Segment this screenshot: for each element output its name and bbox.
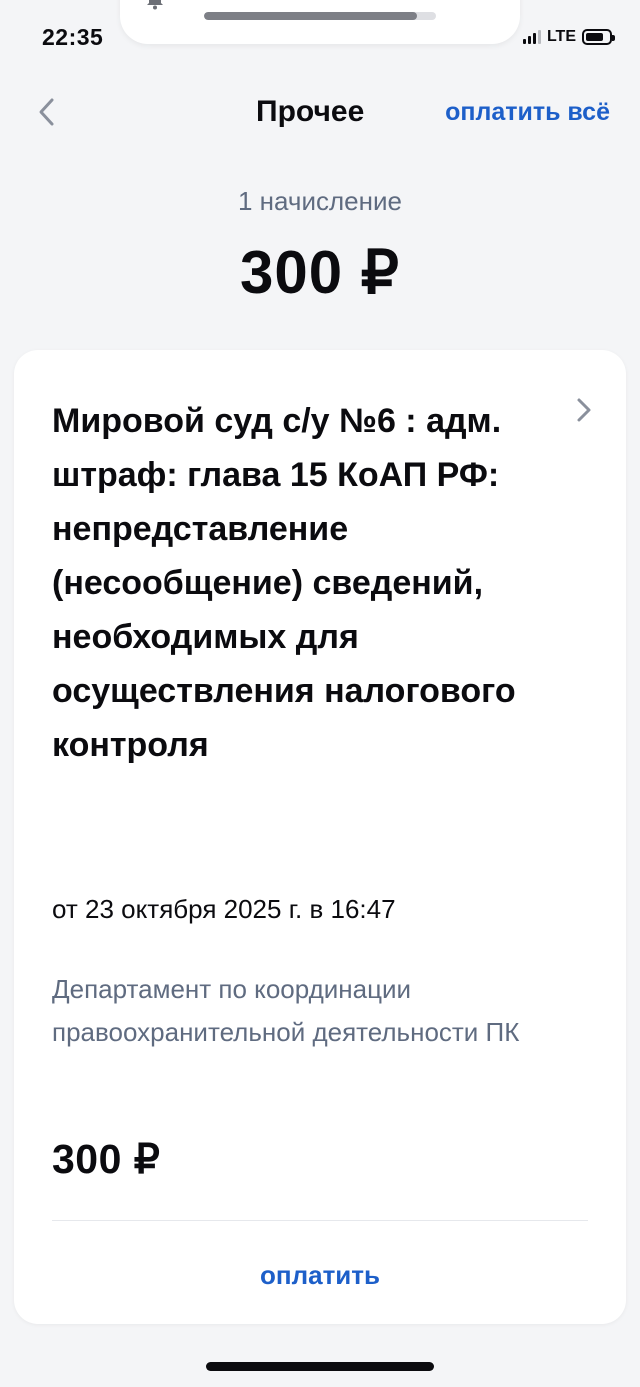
battery-level xyxy=(586,33,603,41)
total-amount: 300 ₽ xyxy=(240,239,400,306)
bell-icon xyxy=(147,0,163,10)
charge-amount: 300 ₽ xyxy=(52,1136,161,1182)
chevron-left-icon xyxy=(39,98,54,126)
charges-count: 1 начисление xyxy=(238,186,402,216)
divider xyxy=(52,1220,588,1221)
notification-pill[interactable] xyxy=(120,0,520,44)
notification-progress-bar xyxy=(204,12,436,20)
status-bar: 22:35 LTE xyxy=(0,0,640,70)
pay-all-button[interactable]: оплатить всё xyxy=(445,98,610,127)
status-indicators: LTE xyxy=(522,28,615,46)
charge-date: от 23 октября 2025 г. в 16:47 xyxy=(52,894,396,924)
nav-header: Прочее оплатить всё xyxy=(0,86,640,138)
charge-department: Департамент по координации правоохраните… xyxy=(52,974,520,1047)
network-type: LTE xyxy=(546,28,576,45)
back-button[interactable] xyxy=(28,92,68,132)
charge-card[interactable]: Мировой суд с/у №6 : адм. штраф: глава 1… xyxy=(14,350,626,1324)
chevron-right-icon[interactable] xyxy=(572,394,596,426)
pay-button[interactable]: оплатить xyxy=(14,1260,626,1291)
home-indicator[interactable] xyxy=(206,1362,434,1371)
charge-title: Мировой суд с/у №6 : адм. штраф: глава 1… xyxy=(52,402,516,764)
status-time: 22:35 xyxy=(42,24,104,50)
signal-icon xyxy=(522,30,541,44)
notification-progress-fill xyxy=(204,12,418,20)
page-title: Прочее xyxy=(256,95,365,128)
battery-icon xyxy=(582,29,615,45)
